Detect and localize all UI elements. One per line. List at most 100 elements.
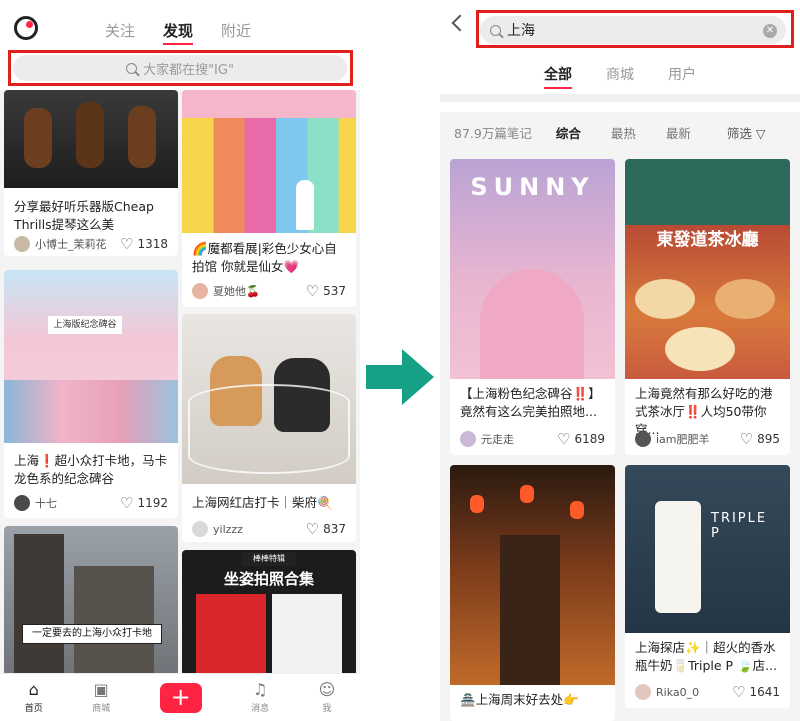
note-title: 上海网红店打卡｜柴府🍭 (192, 495, 333, 510)
heart-icon: ♡ (305, 519, 320, 538)
back-icon[interactable] (451, 14, 469, 32)
like-button[interactable]: ♡ 1318 (120, 234, 168, 253)
like-count: 1192 (137, 496, 168, 510)
author-name: Rika0_0 (656, 685, 700, 699)
like-button[interactable]: ♡ 837 (305, 519, 346, 538)
note-image: 東發道茶冰廳 (625, 159, 790, 379)
note-image: 上海版纪念碑谷 (4, 270, 178, 443)
sort-newest[interactable]: 最新 (666, 123, 691, 142)
note-image (4, 90, 178, 188)
avatar (192, 283, 208, 299)
note-card[interactable]: SUNNY 【上海粉色纪念碑谷‼️】竟然有这么完美拍照地... 元走走 ♡ 618… (450, 159, 615, 455)
note-card[interactable]: 東發道茶冰廳 上海竟然有那么好吃的港式茶冰厅‼️人均50带你穿... iam肥肥… (625, 159, 790, 455)
like-button[interactable]: ♡ 1192 (120, 493, 168, 512)
plus-icon: + (170, 682, 191, 711)
note-meta: iam肥肥羊 ♡ 895 (635, 430, 780, 448)
note-meta: 小博士_茉莉花 ♡ 1318 (14, 235, 168, 253)
filter-button[interactable]: 筛选 ▽ (727, 123, 766, 142)
note-meta: yilzzz ♡ 837 (192, 520, 346, 538)
note-image: SUNNY (450, 159, 615, 379)
author-name: 元走走 (481, 433, 514, 446)
like-count: 537 (323, 284, 346, 298)
image-overlay-text: SUNNY (470, 173, 595, 201)
avatar (460, 431, 476, 447)
heart-icon: ♡ (120, 234, 134, 253)
like-button[interactable]: ♡ 895 (739, 429, 780, 448)
filter-label: 筛选 (726, 125, 752, 141)
tab-mall[interactable]: 商城 (606, 64, 634, 89)
shop-icon: ▣ (93, 680, 109, 699)
tab-follow[interactable]: 关注 (105, 20, 135, 45)
nav-label: 我 (322, 704, 332, 714)
note-card[interactable]: 棒棒特辑 坐姿拍照合集 (182, 550, 356, 676)
note-title: 上海❗️超小众打卡地，马卡龙色系的纪念碑谷 (14, 453, 168, 486)
note-title: 🌈魔都看展|彩色少女心自拍馆 你就是仙女💗 (192, 241, 337, 274)
nav-messages[interactable]: ♫ 消息 (251, 681, 270, 715)
author-name: yilzzz (213, 522, 243, 536)
image-overlay-text: 坐姿拍照合集 (223, 570, 314, 588)
like-button[interactable]: ♡ 6189 (557, 431, 605, 447)
like-count: 895 (757, 432, 780, 446)
like-count: 1641 (749, 685, 780, 699)
nav-mall[interactable]: ▣ 商城 (92, 680, 111, 715)
note-meta: 元走走 ♡ 6189 (460, 430, 605, 448)
note-meta: 夏她他🍒 ♡ 537 (192, 282, 346, 300)
avatar (635, 684, 651, 700)
note-card[interactable]: 上海版纪念碑谷 上海❗️超小众打卡地，马卡龙色系的纪念碑谷 十七 ♡ 1192 (4, 270, 178, 518)
nav-home[interactable]: ⌂ 首页 (25, 680, 43, 715)
highlight-box (476, 10, 794, 48)
home-icon: ⌂ (28, 680, 39, 699)
publish-button[interactable]: + (159, 682, 202, 713)
tab-all[interactable]: 全部 (544, 64, 572, 89)
like-count: 1318 (137, 237, 168, 251)
bottom-nav: ⌂ 首页 ▣ 商城 + ♫ 消息 ☺ 我 (0, 673, 360, 721)
discover-screen: 关注 发现 附近 大家都在搜"IG" 分享最好听乐器版Cheap Thrills… (0, 0, 360, 721)
note-card[interactable]: 🌈魔都看展|彩色少女心自拍馆 你就是仙女💗 夏她他🍒 ♡ 537 (182, 90, 356, 307)
note-meta: Rika0_0 ♡ 1641 (635, 683, 780, 701)
author-name: iam肥肥羊 (656, 433, 710, 446)
note-image: 一定要去的上海小众打卡地 (4, 526, 178, 676)
image-overlay-text: 東發道茶冰廳 (656, 230, 759, 250)
heart-icon: ♡ (739, 429, 754, 448)
avatar (14, 495, 30, 511)
sort-comprehensive[interactable]: 综合 (556, 123, 581, 142)
note-card[interactable]: 上海网红店打卡｜柴府🍭 yilzzz ♡ 837 (182, 314, 356, 542)
note-card[interactable]: TRIPLE P 上海探店✨｜超火的香水瓶牛奶🥛Triple P 🍃店... R… (625, 465, 790, 708)
tab-nearby[interactable]: 附近 (221, 20, 251, 45)
nav-label: 消息 (251, 704, 270, 714)
image-overlay-text: 一定要去的上海小众打卡地 (22, 624, 162, 644)
note-title: 分享最好听乐器版Cheap Thrills提琴这么美 (14, 199, 154, 232)
like-button[interactable]: ♡ 537 (305, 281, 346, 300)
avatar (192, 521, 208, 537)
avatar (635, 431, 651, 447)
sort-filter-bar: 87.9万篇笔记 综合 最热 最新 筛选 ▽ (440, 120, 800, 144)
tab-discover[interactable]: 发现 (163, 20, 194, 45)
user-icon: ☺ (318, 680, 336, 699)
note-image: 棒棒特辑 坐姿拍照合集 (182, 550, 356, 676)
note-title: 上海探店✨｜超火的香水瓶牛奶🥛Triple P 🍃店... (635, 640, 778, 673)
logo-icon[interactable] (14, 16, 38, 40)
heart-icon: ♡ (305, 281, 320, 300)
tab-users[interactable]: 用户 (668, 64, 696, 89)
note-card[interactable]: 分享最好听乐器版Cheap Thrills提琴这么美 小博士_茉莉花 ♡ 1318 (4, 90, 178, 256)
nav-me[interactable]: ☺ 我 (318, 680, 336, 715)
result-count: 87.9万篇笔记 (454, 125, 532, 141)
sort-hottest[interactable]: 最热 (611, 123, 636, 142)
note-image (182, 90, 356, 233)
image-overlay-tag: 棒棒特辑 (242, 552, 296, 566)
feed-tabs: 关注 发现 附近 (105, 20, 251, 45)
note-image (450, 465, 615, 685)
transition-arrow-icon (366, 349, 434, 405)
nav-label: 商城 (92, 704, 111, 714)
filter-funnel-icon: ▽ (755, 125, 766, 141)
like-button[interactable]: ♡ 1641 (732, 684, 780, 700)
note-title: 【上海粉色纪念碑谷‼️】竟然有这么完美拍照地... (460, 386, 601, 419)
note-card[interactable]: 一定要去的上海小众打卡地 (4, 526, 178, 676)
like-count: 6189 (574, 432, 605, 446)
search-results-screen: 上海 ✕ 全部 商城 用户 87.9万篇笔记 综合 最热 最新 筛选 ▽ SUN… (440, 0, 800, 721)
note-card[interactable]: 🏯上海周末好去处👉 (450, 465, 615, 721)
note-title: 🏯上海周末好去处👉 (460, 692, 579, 707)
author-name: 小博士_茉莉花 (35, 238, 107, 251)
like-count: 837 (323, 522, 346, 536)
heart-icon: ♡ (120, 493, 134, 512)
